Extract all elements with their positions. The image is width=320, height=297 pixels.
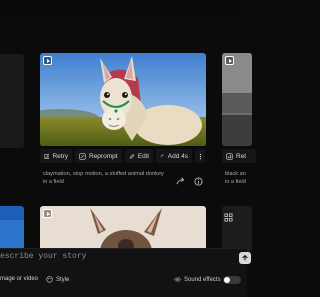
retry-button[interactable]: Retry [40,149,72,163]
add-4s-button[interactable]: Add 4s [156,149,192,163]
donkey-image-row2 [40,206,206,252]
video-icon [225,56,234,65]
more-vertical-icon [199,153,201,159]
donkey-image [40,53,206,146]
right-video-card-row2[interactable] [222,206,252,252]
video-icon [43,209,52,218]
edit-icon [129,153,135,159]
image-or-video-option[interactable]: mage or video [0,276,38,282]
sound-effects-label: Sound effects [184,276,221,283]
right-card-caption: black an in a field [225,171,246,185]
info-icon[interactable] [194,173,203,186]
retry-icon [226,152,233,160]
palette-icon [46,276,53,283]
top-header-strip [0,0,247,22]
style-label: Style [56,276,70,283]
right-card-toolbar: Ret [222,149,257,163]
style-option[interactable]: Style [46,276,69,283]
add-4s-label: Add 4s [167,152,188,160]
submit-button[interactable] [239,252,251,264]
retry-label: Retry [52,152,68,160]
edit-button[interactable]: Edit [125,149,153,163]
edit-label: Edit [137,152,149,160]
sound-effects-option: Sound effects [174,276,221,283]
right-retry-label: Ret [236,152,247,160]
left-video-card-row2[interactable] [0,206,24,252]
center-video-thumbnail[interactable] [40,53,206,146]
share-icon[interactable] [176,173,185,185]
reprompt-icon [79,152,86,160]
image-or-video-label: mage or video [0,276,39,282]
center-video-thumbnail-row2[interactable] [40,206,206,252]
sound-wave-icon [174,276,181,283]
right-thumbnail-image [222,53,252,146]
extend-icon [160,153,164,157]
reprompt-button[interactable]: Reprompt [75,149,122,163]
right-retry-button[interactable]: Ret [222,149,257,163]
toggle-knob [224,277,230,283]
right-video-thumbnail[interactable] [222,53,252,146]
story-prompt-input[interactable]: escribe your story [0,252,86,261]
gallery-icon [224,209,233,222]
video-icon [43,56,52,65]
center-card-caption: claymation, stop motion, a stuffed anima… [43,171,164,185]
left-video-card[interactable] [0,54,24,148]
retry-icon [44,153,50,159]
arrow-up-icon [242,254,248,261]
card-action-toolbar: Retry Reprompt Edit Add 4s [40,149,205,163]
more-options-button[interactable] [195,149,205,163]
reprompt-label: Reprompt [89,152,118,160]
sound-effects-toggle[interactable] [223,276,241,284]
